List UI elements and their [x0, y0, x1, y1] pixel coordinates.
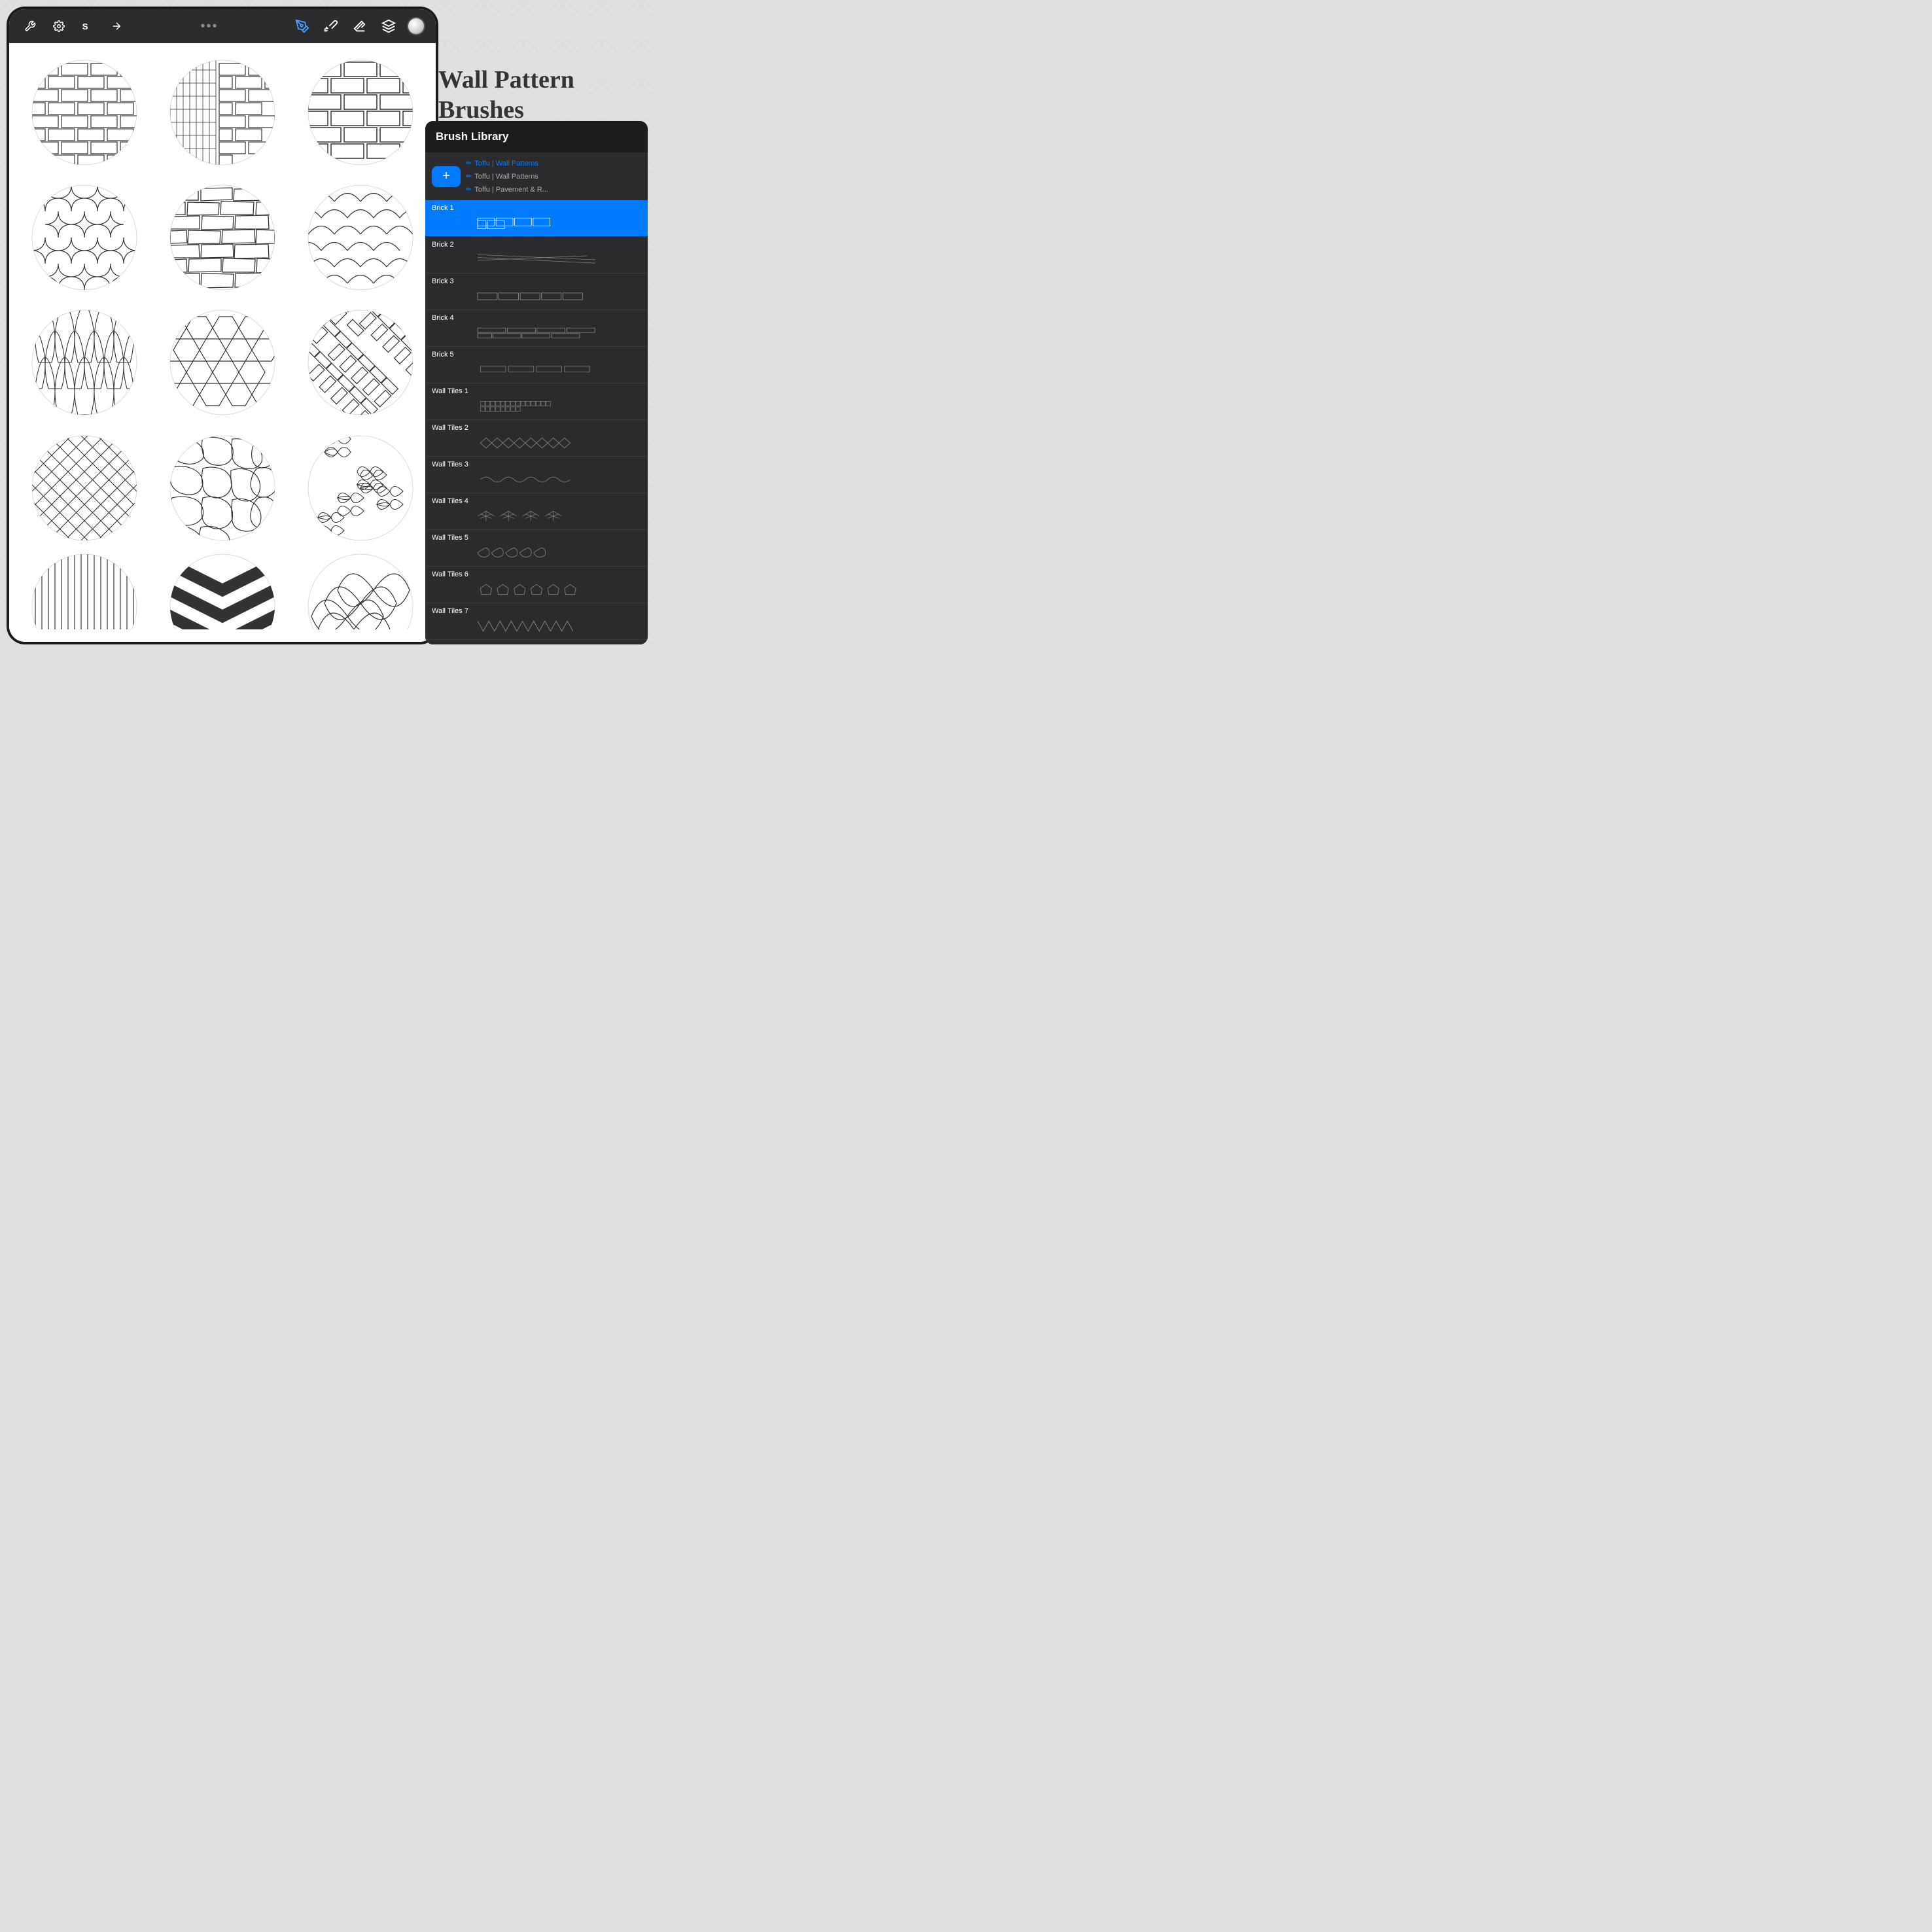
brush-preview-walltiles6 — [432, 580, 641, 599]
pattern-pebble — [154, 425, 292, 550]
brush-preview-brick4 — [432, 324, 641, 342]
pattern-scallop — [291, 175, 429, 300]
more-options-icon[interactable]: ••• — [201, 19, 219, 34]
brush-item-walltiles1[interactable]: Wall Tiles 1 — [425, 383, 648, 420]
tablet-screen: S ••• — [9, 9, 436, 642]
brush-item-walltiles5[interactable]: Wall Tiles 5 — [425, 530, 648, 567]
eraser-tool-icon[interactable] — [349, 16, 370, 37]
brush-item-walltiles8[interactable]: Wall Tiles 8 — [425, 640, 648, 644]
brush-name-walltiles5: Wall Tiles 5 — [432, 534, 641, 542]
smudge-icon[interactable]: S — [77, 16, 98, 37]
brush-name-brick4: Brick 4 — [432, 314, 641, 322]
arrow-icon[interactable] — [106, 16, 127, 37]
right-panel: Wall Pattern Brushes Brush Library + ✏ T… — [419, 0, 654, 654]
pattern-rough-brick — [154, 175, 292, 300]
page-title: Wall Pattern Brushes — [438, 65, 654, 125]
brush-item-brick3[interactable]: Brick 3 — [425, 273, 648, 310]
brush-preview-walltiles5 — [432, 544, 641, 562]
brush-item-walltiles2[interactable]: Wall Tiles 2 — [425, 420, 648, 457]
settings-icon[interactable] — [48, 16, 69, 37]
brush-preview-walltiles2 — [432, 434, 641, 452]
brush-name-walltiles3: Wall Tiles 3 — [432, 461, 641, 468]
brush-preview-walltiles4 — [432, 507, 641, 525]
category-label-1: Toffu | Wall Patterns — [474, 160, 538, 167]
tablet-device: S ••• — [7, 7, 438, 644]
brush-name-walltiles7: Wall Tiles 7 — [432, 607, 641, 615]
brush-preview-brick1 — [432, 214, 641, 232]
pattern-stripe — [16, 551, 154, 629]
pattern-brick3 — [291, 50, 429, 175]
brush-name-brick3: Brick 3 — [432, 277, 641, 285]
pattern-chevron — [154, 551, 292, 629]
canvas-area — [9, 43, 436, 642]
pen-tool-icon[interactable] — [292, 16, 313, 37]
pen-icon-3: ✏ — [466, 185, 472, 194]
brush-preview-walltiles1 — [432, 397, 641, 415]
brush-preview-walltiles3 — [432, 470, 641, 489]
brush-name-brick2: Brick 2 — [432, 241, 641, 249]
brush-name-walltiles2: Wall Tiles 2 — [432, 424, 641, 432]
brush-item-brick2[interactable]: Brick 2 — [425, 237, 648, 273]
brush-item-brick1[interactable]: Brick 1 — [425, 200, 648, 237]
svg-text:S: S — [82, 22, 88, 31]
brush-library-header: Brush Library — [425, 121, 648, 152]
brush-preview-walltiles7 — [432, 617, 641, 635]
brush-item-walltiles7[interactable]: Wall Tiles 7 — [425, 603, 648, 640]
brush-tool-icon[interactable] — [321, 16, 342, 37]
pattern-hexagon — [154, 300, 292, 425]
brush-list[interactable]: Brick 1 Brick 2 — [425, 200, 648, 644]
brush-library-tabs: + ✏ Toffu | Wall Patterns ✏ Toffu | Wall… — [425, 152, 648, 200]
brush-preview-brick2 — [432, 251, 641, 269]
brush-item-walltiles6[interactable]: Wall Tiles 6 — [425, 567, 648, 603]
brush-name-walltiles1: Wall Tiles 1 — [432, 387, 641, 395]
wrench-icon[interactable] — [20, 16, 41, 37]
pattern-brick1 — [16, 50, 154, 175]
brush-name-walltiles6: Wall Tiles 6 — [432, 571, 641, 578]
category-item-2[interactable]: ✏ Toffu | Wall Patterns — [466, 171, 641, 182]
brush-item-walltiles4[interactable]: Wall Tiles 4 — [425, 493, 648, 530]
brush-preview-brick3 — [432, 287, 641, 306]
pattern-botanical — [291, 551, 429, 629]
brush-name-brick5: Brick 5 — [432, 351, 641, 359]
pattern-herringbone — [291, 300, 429, 425]
title-text: Wall Pattern Brushes — [438, 66, 574, 124]
pattern-brick2 — [154, 50, 292, 175]
toolbar: S ••• — [9, 9, 436, 43]
pen-icon-1: ✏ — [466, 159, 472, 167]
category-label-3: Toffu | Pavement & R... — [474, 186, 548, 194]
pattern-moroccan — [16, 175, 154, 300]
brush-item-brick4[interactable]: Brick 4 — [425, 310, 648, 347]
pattern-floral — [291, 425, 429, 550]
category-item-1[interactable]: ✏ Toffu | Wall Patterns — [466, 158, 641, 169]
brush-library-title: Brush Library — [436, 130, 508, 143]
category-item-3[interactable]: ✏ Toffu | Pavement & R... — [466, 184, 641, 195]
brush-preview-brick5 — [432, 360, 641, 379]
pen-icon-2: ✏ — [466, 172, 472, 181]
add-brush-button[interactable]: + — [432, 166, 461, 187]
brush-item-brick5[interactable]: Brick 5 — [425, 347, 648, 383]
pattern-tall-scallop — [16, 300, 154, 425]
brush-name-walltiles4: Wall Tiles 4 — [432, 497, 641, 505]
brush-name-brick1: Brick 1 — [432, 204, 641, 212]
brush-library-panel[interactable]: Brush Library + ✏ Toffu | Wall Patterns … — [425, 121, 648, 644]
pattern-diamond — [16, 425, 154, 550]
layers-icon[interactable] — [378, 16, 399, 37]
brush-item-walltiles3[interactable]: Wall Tiles 3 — [425, 457, 648, 493]
category-label-2: Toffu | Wall Patterns — [474, 173, 538, 181]
